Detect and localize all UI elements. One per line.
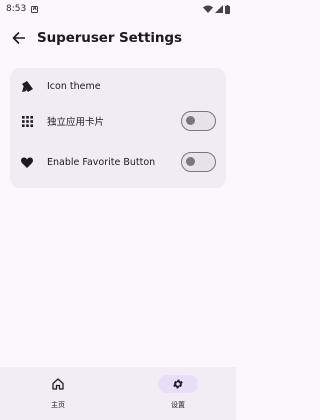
nav-icon-container-active [158,375,198,393]
settings-card: Icon theme 独立应用卡片 Enable Favorite Button [10,68,226,188]
grid-icon [20,114,34,128]
standalone-app-card-toggle[interactable] [181,111,216,131]
setting-row-enable-favorite-button[interactable]: Enable Favorite Button [10,150,226,174]
nav-item-settings[interactable]: 设置 [148,375,208,415]
heart-icon [20,155,34,169]
enable-favorite-button-toggle[interactable] [181,152,216,172]
nav-item-home[interactable]: 主页 [28,375,88,415]
a-badge-icon: A [31,5,39,13]
page-title: Superuser Settings [37,30,182,46]
toggle-thumb [186,116,195,125]
back-button[interactable] [8,28,28,48]
status-right [203,4,230,14]
toggle-thumb [186,157,195,166]
icon-theme-icon [20,79,34,93]
gear-icon [173,379,183,389]
arrow-back-icon [12,32,25,44]
battery-icon [225,4,230,14]
setting-row-icon-theme[interactable]: Icon theme [10,74,226,98]
setting-label: Enable Favorite Button [47,156,156,168]
nav-label-settings: 设置 [171,401,185,409]
nav-icon-container [38,375,78,393]
status-bar: 8:53 A [0,0,236,18]
bottom-navigation: 主页 设置 [0,367,236,420]
setting-label: Icon theme [47,80,101,92]
status-time: 8:53 [6,4,27,14]
signal-icon [215,5,223,13]
setting-label: 独立应用卡片 [47,117,105,128]
setting-row-standalone-app-card[interactable]: 独立应用卡片 [10,109,226,133]
app-bar: Superuser Settings [0,24,236,52]
home-icon [52,378,64,390]
nav-label-home: 主页 [51,401,65,409]
status-left: 8:53 A [6,4,39,14]
wifi-icon [203,5,213,13]
